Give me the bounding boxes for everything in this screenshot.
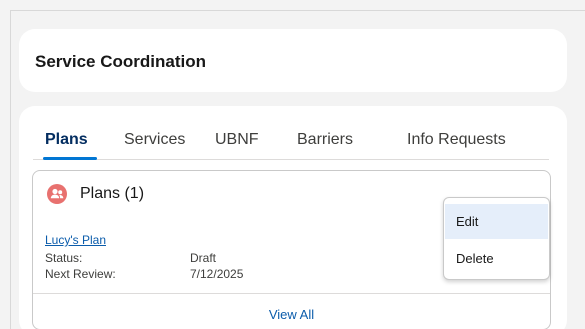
view-all-link[interactable]: View All	[33, 307, 550, 322]
row-actions-menu: Edit Delete	[443, 197, 550, 280]
menu-item-edit[interactable]: Edit	[445, 204, 548, 239]
next-review-label: Next Review:	[45, 267, 116, 281]
page-title: Service Coordination	[35, 52, 206, 71]
person-group-icon	[47, 184, 67, 204]
status-label: Status:	[45, 251, 83, 265]
plans-card-title: Plans (1)	[80, 185, 145, 202]
record-link[interactable]: Lucy's Plan	[45, 233, 106, 247]
card-footer-divider	[33, 293, 550, 294]
tab-bar: Plans Services UBNF Barriers Info Reques…	[33, 128, 549, 160]
tab-plans[interactable]: Plans	[45, 131, 88, 149]
tab-barriers[interactable]: Barriers	[297, 131, 353, 149]
tab-services[interactable]: Services	[124, 131, 185, 149]
menu-item-delete[interactable]: Delete	[445, 241, 548, 276]
active-tab-indicator	[43, 157, 97, 160]
next-review-value: 7/12/2025	[190, 267, 244, 281]
status-value: Draft	[190, 251, 217, 265]
tab-ubnf[interactable]: UBNF	[215, 131, 259, 149]
header-card: Service Coordination	[19, 29, 567, 92]
tab-info-requests[interactable]: Info Requests	[407, 131, 506, 149]
